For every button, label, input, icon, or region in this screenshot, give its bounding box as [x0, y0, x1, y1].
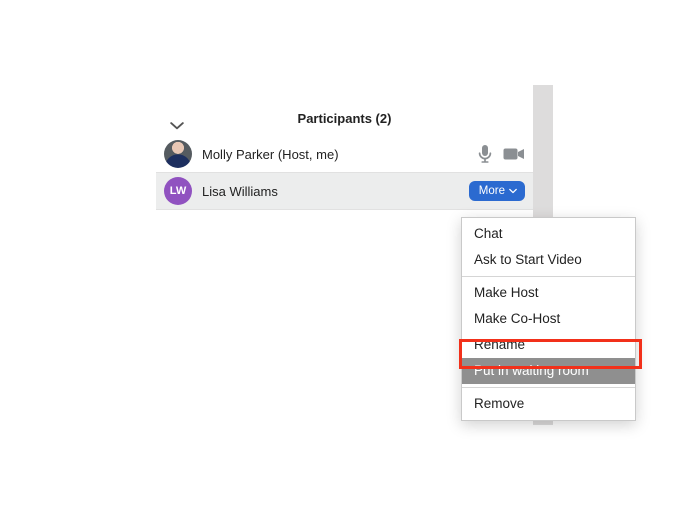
participant-row[interactable]: Molly Parker (Host, me)	[156, 136, 533, 172]
menu-item-rename[interactable]: Rename	[462, 332, 635, 358]
chevron-down-icon[interactable]	[170, 112, 184, 126]
avatar-initials: LW	[170, 185, 187, 197]
participant-name: Lisa Williams	[202, 184, 469, 199]
more-button-label: More	[479, 181, 505, 201]
menu-item-make-host[interactable]: Make Host	[462, 280, 635, 306]
participant-name: Molly Parker (Host, me)	[202, 147, 477, 162]
menu-item-put-in-waiting-room[interactable]: Put in waiting room	[462, 358, 635, 384]
menu-item-chat[interactable]: Chat	[462, 221, 635, 247]
menu-separator	[462, 276, 635, 277]
microphone-icon	[477, 144, 493, 164]
participant-row[interactable]: LW Lisa Williams More	[156, 172, 533, 210]
participant-more-menu: Chat Ask to Start Video Make Host Make C…	[461, 217, 636, 421]
participants-header: Participants (2)	[156, 102, 533, 136]
more-button[interactable]: More	[469, 181, 525, 201]
camera-icon	[503, 147, 525, 161]
menu-item-ask-start-video[interactable]: Ask to Start Video	[462, 247, 635, 273]
menu-item-make-cohost[interactable]: Make Co-Host	[462, 306, 635, 332]
menu-separator	[462, 387, 635, 388]
chevron-down-icon	[509, 188, 517, 194]
participant-status-icons	[477, 144, 525, 164]
avatar: LW	[164, 177, 192, 205]
menu-item-remove[interactable]: Remove	[462, 391, 635, 417]
participants-panel: Participants (2) Molly Parker (Host, me)	[156, 102, 533, 210]
avatar	[164, 140, 192, 168]
participants-title: Participants (2)	[298, 111, 392, 126]
